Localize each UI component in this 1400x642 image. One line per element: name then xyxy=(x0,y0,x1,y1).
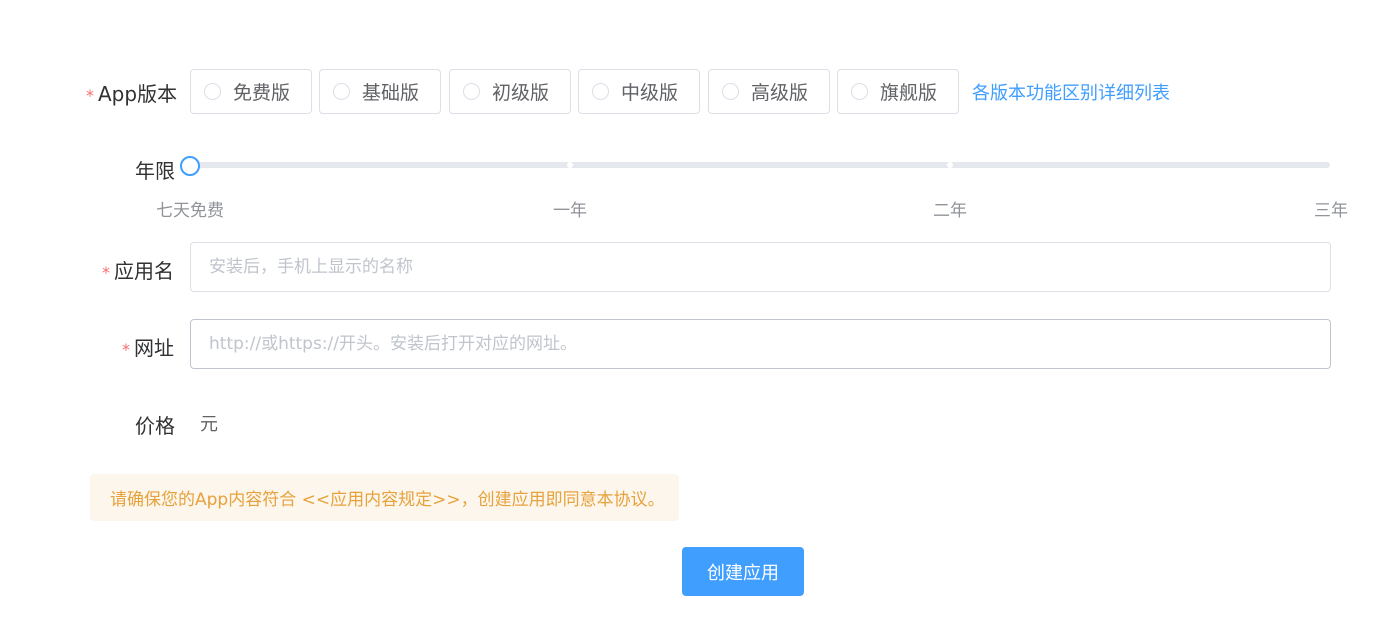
version-option-free[interactable]: 免费版 xyxy=(190,69,312,114)
version-option-junior[interactable]: 初级版 xyxy=(449,69,571,114)
slider-mark-two-years: 二年 xyxy=(933,201,967,221)
slider-mark-three-years: 三年 xyxy=(1314,201,1348,221)
price-unit: 元 xyxy=(200,414,218,435)
slider-stop xyxy=(567,162,573,168)
version-option-label: 高级版 xyxy=(751,82,809,104)
version-label-text: App版本 xyxy=(98,82,178,106)
version-label: * App版本 xyxy=(86,78,177,107)
slider-mark-one-year: 一年 xyxy=(553,201,587,221)
radio-circle-icon xyxy=(851,83,868,100)
duration-slider-track[interactable] xyxy=(190,162,1330,168)
radio-circle-icon xyxy=(722,83,739,100)
required-mark: * xyxy=(86,86,94,105)
version-option-advanced[interactable]: 高级版 xyxy=(708,69,830,114)
required-mark: * xyxy=(102,263,110,282)
version-option-label: 免费版 xyxy=(233,82,291,104)
duration-label: 年限 xyxy=(135,159,175,183)
content-policy-notice: 请确保您的App内容符合 <<应用内容规定>>，创建应用即同意本协议。 xyxy=(90,474,679,521)
app-name-input[interactable] xyxy=(190,242,1331,292)
radio-circle-icon xyxy=(204,83,221,100)
version-option-label: 中级版 xyxy=(621,82,679,104)
radio-circle-icon xyxy=(333,83,350,100)
version-option-label: 基础版 xyxy=(362,82,420,104)
create-app-button[interactable]: 创建应用 xyxy=(682,547,804,596)
url-input[interactable] xyxy=(190,319,1331,369)
url-label: * 网址 xyxy=(122,332,174,361)
version-option-intermediate[interactable]: 中级版 xyxy=(578,69,700,114)
version-option-label: 初级版 xyxy=(492,82,550,104)
slider-mark-seven-days: 七天免费 xyxy=(156,201,224,221)
radio-circle-icon xyxy=(463,83,480,100)
version-option-label: 旗舰版 xyxy=(880,82,938,104)
version-option-flagship[interactable]: 旗舰版 xyxy=(837,69,959,114)
version-option-basic[interactable]: 基础版 xyxy=(319,69,441,114)
duration-slider-handle[interactable] xyxy=(180,156,200,176)
app-name-label: * 应用名 xyxy=(102,255,174,284)
url-label-text: 网址 xyxy=(134,336,174,360)
required-mark: * xyxy=(122,340,130,359)
radio-circle-icon xyxy=(592,83,609,100)
notice-text: 请确保您的App内容符合 <<应用内容规定>>，创建应用即同意本协议。 xyxy=(110,490,665,510)
price-label: 价格 xyxy=(135,414,175,438)
slider-stop xyxy=(947,162,953,168)
version-compare-link[interactable]: 各版本功能区别详细列表 xyxy=(972,79,1170,105)
app-name-label-text: 应用名 xyxy=(114,259,174,283)
